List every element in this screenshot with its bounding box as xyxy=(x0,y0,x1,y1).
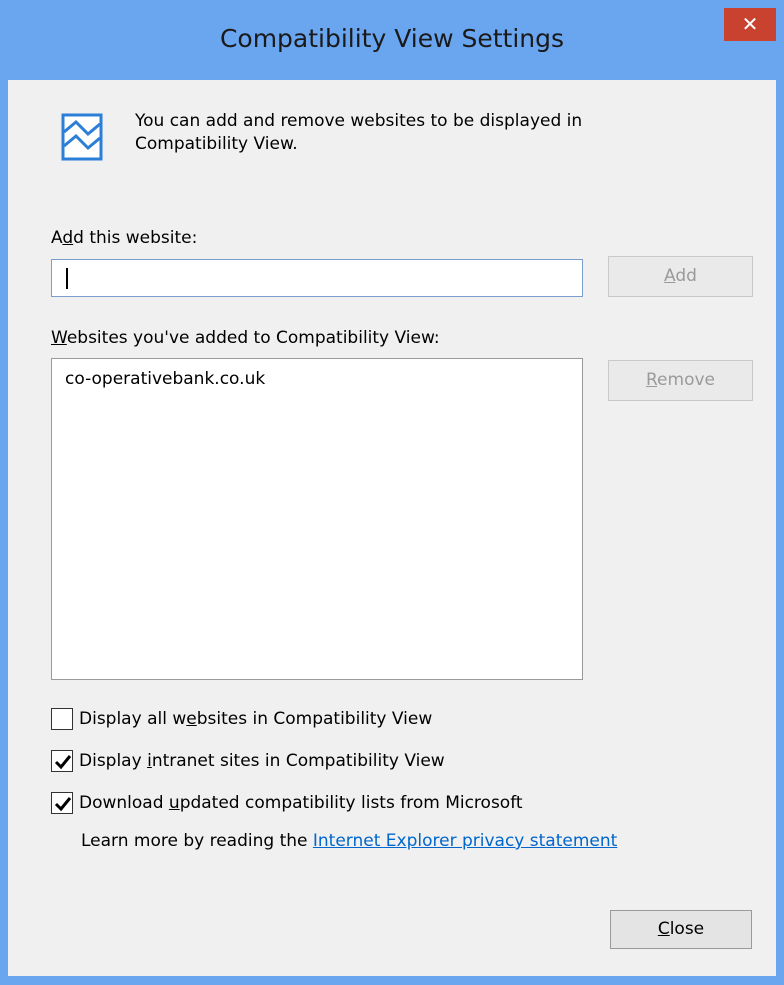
window-close-button[interactable]: ✕ xyxy=(724,8,776,41)
download-updated-lists-option[interactable]: Download updated compatibility lists fro… xyxy=(51,790,523,816)
list-item[interactable]: co-operativebank.co.uk xyxy=(65,369,265,389)
privacy-statement-link[interactable]: Internet Explorer privacy statement xyxy=(313,831,617,851)
learn-more-text: Learn more by reading the Internet Explo… xyxy=(81,831,618,851)
title-bar[interactable]: Compatibility View Settings ✕ xyxy=(0,0,784,80)
websites-list-label: Websites you've added to Compatibility V… xyxy=(51,328,440,348)
checkmark-icon xyxy=(54,797,72,812)
display-all-websites-label: Display all websites in Compatibility Vi… xyxy=(79,709,433,729)
display-intranet-sites-checkbox[interactable] xyxy=(51,750,73,772)
websites-listbox[interactable]: co-operativebank.co.uk xyxy=(51,358,583,680)
add-button[interactable]: Add xyxy=(608,256,753,297)
window-title: Compatibility View Settings xyxy=(219,24,565,53)
download-updated-lists-label: Download updated compatibility lists fro… xyxy=(79,793,523,813)
close-button[interactable]: Close xyxy=(610,910,752,949)
checkmark-icon xyxy=(54,755,72,770)
display-all-websites-option[interactable]: Display all websites in Compatibility Vi… xyxy=(51,706,432,732)
download-updated-lists-checkbox[interactable] xyxy=(51,792,73,814)
display-intranet-sites-option[interactable]: Display intranet sites in Compatibility … xyxy=(51,748,445,774)
text-caret xyxy=(66,268,68,289)
add-website-label: Add this website: xyxy=(51,228,198,248)
display-intranet-sites-label: Display intranet sites in Compatibility … xyxy=(79,751,445,771)
dialog-body: You can add and remove websites to be di… xyxy=(8,80,776,976)
compatibility-view-dialog: Compatibility View Settings ✕ You can ad… xyxy=(0,0,784,985)
display-all-websites-checkbox[interactable] xyxy=(51,708,73,730)
compatibility-view-icon xyxy=(60,112,108,164)
info-text: You can add and remove websites to be di… xyxy=(135,111,583,154)
add-website-input[interactable] xyxy=(51,259,583,297)
remove-button[interactable]: Remove xyxy=(608,360,753,401)
